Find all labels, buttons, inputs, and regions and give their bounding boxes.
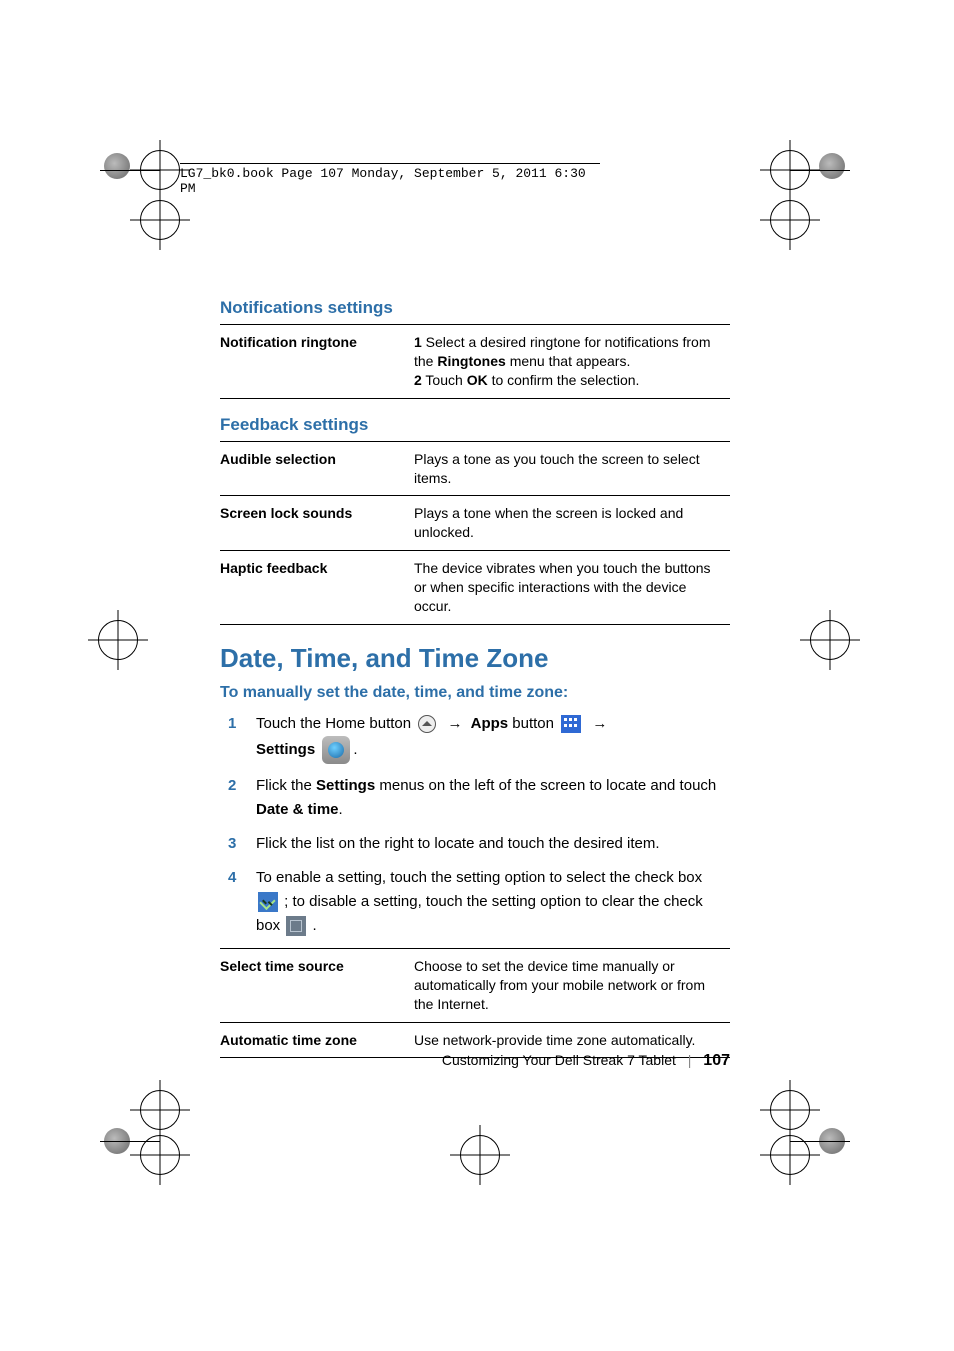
step-number: 1 xyxy=(414,334,422,350)
page-footer: Customizing Your Dell Streak 7 Tablet | … xyxy=(220,1052,730,1070)
registration-mark-icon xyxy=(88,610,148,670)
footer-separator: | xyxy=(688,1052,692,1068)
crop-line xyxy=(790,170,850,171)
list-item: 1 Touch the Home button → Apps button → … xyxy=(220,712,730,764)
text: Flick the xyxy=(256,777,316,794)
table-row: Haptic feedback The device vibrates when… xyxy=(220,551,730,625)
crop-line xyxy=(100,170,160,171)
feedback-table: Audible selection Plays a tone as you to… xyxy=(220,441,730,625)
registration-mark-icon xyxy=(130,190,190,250)
corner-dot xyxy=(104,153,130,179)
row-label: Audible selection xyxy=(220,441,414,496)
text: Touch the Home button xyxy=(256,715,415,732)
footer-section: Customizing Your Dell Streak 7 Tablet xyxy=(442,1052,676,1068)
step-number: 3 xyxy=(228,832,236,856)
row-label: Select time source xyxy=(220,948,414,1022)
bold-text: Apps xyxy=(471,715,509,732)
crop-line xyxy=(100,1141,160,1142)
table-row: Screen lock sounds Plays a tone when the… xyxy=(220,496,730,551)
bold-text: OK xyxy=(467,372,488,388)
text: ; to disable a setting, touch the settin… xyxy=(256,893,703,934)
step-number: 1 xyxy=(228,712,236,736)
text: menu that appears. xyxy=(506,353,631,369)
bold-text: Settings xyxy=(256,741,315,758)
row-desc: Plays a tone when the screen is locked a… xyxy=(414,496,730,551)
text: button xyxy=(512,715,558,732)
registration-mark-icon xyxy=(450,1125,510,1185)
checkbox-checked-icon xyxy=(258,892,278,912)
page-file-header: LG7_bk0.book Page 107 Monday, September … xyxy=(180,163,600,196)
text: menus on the left of the screen to locat… xyxy=(375,777,716,794)
table-row: Select time source Choose to set the dev… xyxy=(220,948,730,1022)
text: . xyxy=(353,741,357,758)
time-table: Select time source Choose to set the dev… xyxy=(220,948,730,1059)
step-number: 2 xyxy=(414,372,422,388)
registration-mark-icon xyxy=(800,610,860,670)
sub-heading: To manually set the date, time, and time… xyxy=(220,684,730,702)
section-heading-feedback: Feedback settings xyxy=(220,415,730,435)
bold-text: Ringtones xyxy=(437,353,505,369)
steps-list: 1 Touch the Home button → Apps button → … xyxy=(220,712,730,938)
registration-mark-icon xyxy=(760,1125,820,1185)
home-icon xyxy=(418,715,436,733)
row-label: Screen lock sounds xyxy=(220,496,414,551)
row-label: Notification ringtone xyxy=(220,325,414,399)
text: . xyxy=(308,917,316,934)
corner-dot xyxy=(819,153,845,179)
registration-mark-icon xyxy=(130,1125,190,1185)
step-number: 4 xyxy=(228,866,236,890)
bold-text: Settings xyxy=(316,777,375,794)
arrow-right-icon: → xyxy=(447,712,462,736)
list-item: 3 Flick the list on the right to locate … xyxy=(220,832,730,856)
checkbox-empty-icon xyxy=(286,916,306,936)
row-desc: Plays a tone as you touch the screen to … xyxy=(414,441,730,496)
table-row: Audible selection Plays a tone as you to… xyxy=(220,441,730,496)
bold-text: Date & time xyxy=(256,801,339,818)
crop-line xyxy=(790,1141,850,1142)
notifications-table: Notification ringtone 1 Select a desired… xyxy=(220,324,730,399)
main-heading: Date, Time, and Time Zone xyxy=(220,643,730,674)
page-number: 107 xyxy=(703,1052,730,1069)
row-desc: Choose to set the device time manually o… xyxy=(414,948,730,1022)
row-desc: The device vibrates when you touch the b… xyxy=(414,551,730,625)
list-item: 4 To enable a setting, touch the setting… xyxy=(220,866,730,938)
text: To enable a setting, touch the setting o… xyxy=(256,869,702,886)
row-label: Haptic feedback xyxy=(220,551,414,625)
arrow-right-icon: → xyxy=(592,712,607,736)
registration-mark-icon xyxy=(760,190,820,250)
section-heading-notifications: Notifications settings xyxy=(220,298,730,318)
list-item: 2 Flick the Settings menus on the left o… xyxy=(220,774,730,822)
step-number: 2 xyxy=(228,774,236,798)
apps-icon xyxy=(561,715,581,733)
text: to confirm the selection. xyxy=(488,372,640,388)
text: Touch xyxy=(422,372,467,388)
text: Flick the list on the right to locate an… xyxy=(256,835,660,852)
row-desc: 1 Select a desired ringtone for notifica… xyxy=(414,325,730,399)
table-row: Notification ringtone 1 Select a desired… xyxy=(220,325,730,399)
text: . xyxy=(339,801,343,818)
settings-icon xyxy=(322,736,350,764)
